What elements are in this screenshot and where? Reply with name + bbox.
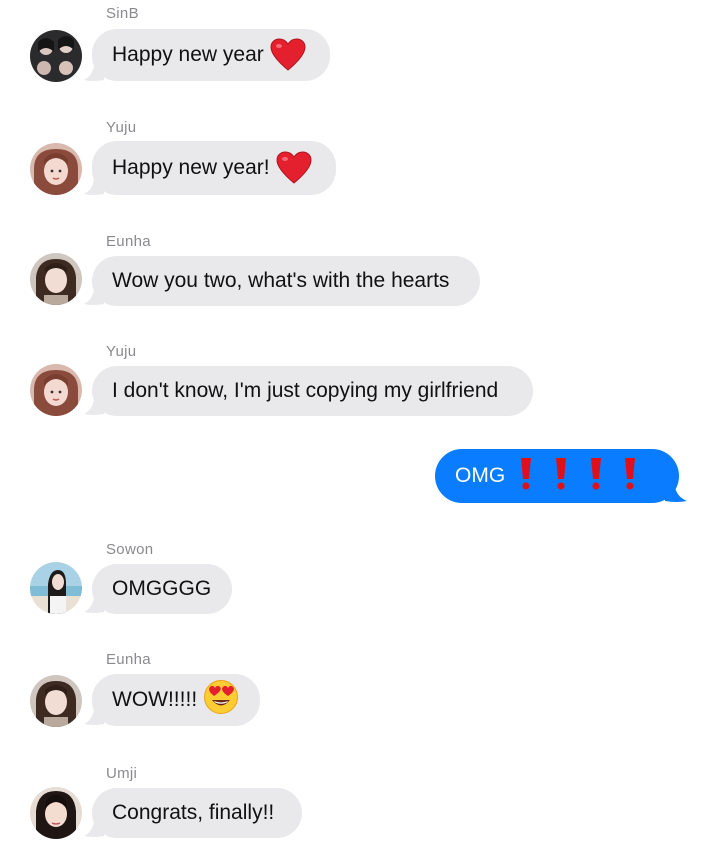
sender-name: SinB xyxy=(106,5,139,22)
bubble-tail xyxy=(84,66,104,81)
bubble-tail xyxy=(84,822,104,837)
message-bubble[interactable]: Happy new year xyxy=(92,29,330,81)
sender-name: Umji xyxy=(106,765,138,782)
sender-name: Yuju xyxy=(106,343,137,360)
message-bubble[interactable]: WOW!!!!! xyxy=(92,674,260,726)
message-text: OMGGGG xyxy=(112,577,212,600)
message-text: Wow you two, what's with the hearts xyxy=(112,269,450,292)
bubble-tail xyxy=(84,598,104,613)
message-text: OMG xyxy=(455,464,506,487)
avatar-yuju[interactable] xyxy=(30,143,82,195)
sender-name: Sowon xyxy=(106,541,154,558)
message-bubble[interactable]: Happy new year! xyxy=(92,141,336,195)
bubble-tail xyxy=(84,710,104,725)
message-text: Happy new year! xyxy=(112,156,270,179)
message-bubble[interactable]: I don't know, I'm just copying my girlfr… xyxy=(92,366,533,416)
message-text: WOW!!!!! xyxy=(112,688,198,711)
avatar-sinb[interactable] xyxy=(30,30,82,82)
avatar-eunha[interactable] xyxy=(30,253,82,305)
bubble-tail xyxy=(84,290,104,305)
avatar-umji[interactable] xyxy=(30,787,82,839)
outgoing-message-bubble[interactable]: OMG xyxy=(435,449,679,503)
message-text: Happy new year xyxy=(112,43,264,66)
sender-name: Eunha xyxy=(106,651,151,668)
bubble-tail xyxy=(84,180,104,195)
red-heart-icon xyxy=(276,151,312,185)
sender-name: Eunha xyxy=(106,233,151,250)
heart-eyes-face-icon xyxy=(203,679,239,721)
bubble-tail xyxy=(84,400,104,415)
bubble-tail xyxy=(665,487,687,502)
message-bubble[interactable]: OMGGGG xyxy=(92,564,232,614)
avatar-yuju[interactable] xyxy=(30,364,82,416)
message-bubble[interactable]: Congrats, finally!! xyxy=(92,788,302,838)
avatar-sowon[interactable] xyxy=(30,562,82,614)
message-text: I don't know, I'm just copying my girlfr… xyxy=(112,379,499,402)
red-exclamation-icon xyxy=(519,455,637,497)
avatar-eunha[interactable] xyxy=(30,675,82,727)
red-heart-icon xyxy=(270,38,306,72)
sender-name: Yuju xyxy=(106,119,137,136)
message-text: Congrats, finally!! xyxy=(112,801,275,824)
message-bubble[interactable]: Wow you two, what's with the hearts xyxy=(92,256,480,306)
